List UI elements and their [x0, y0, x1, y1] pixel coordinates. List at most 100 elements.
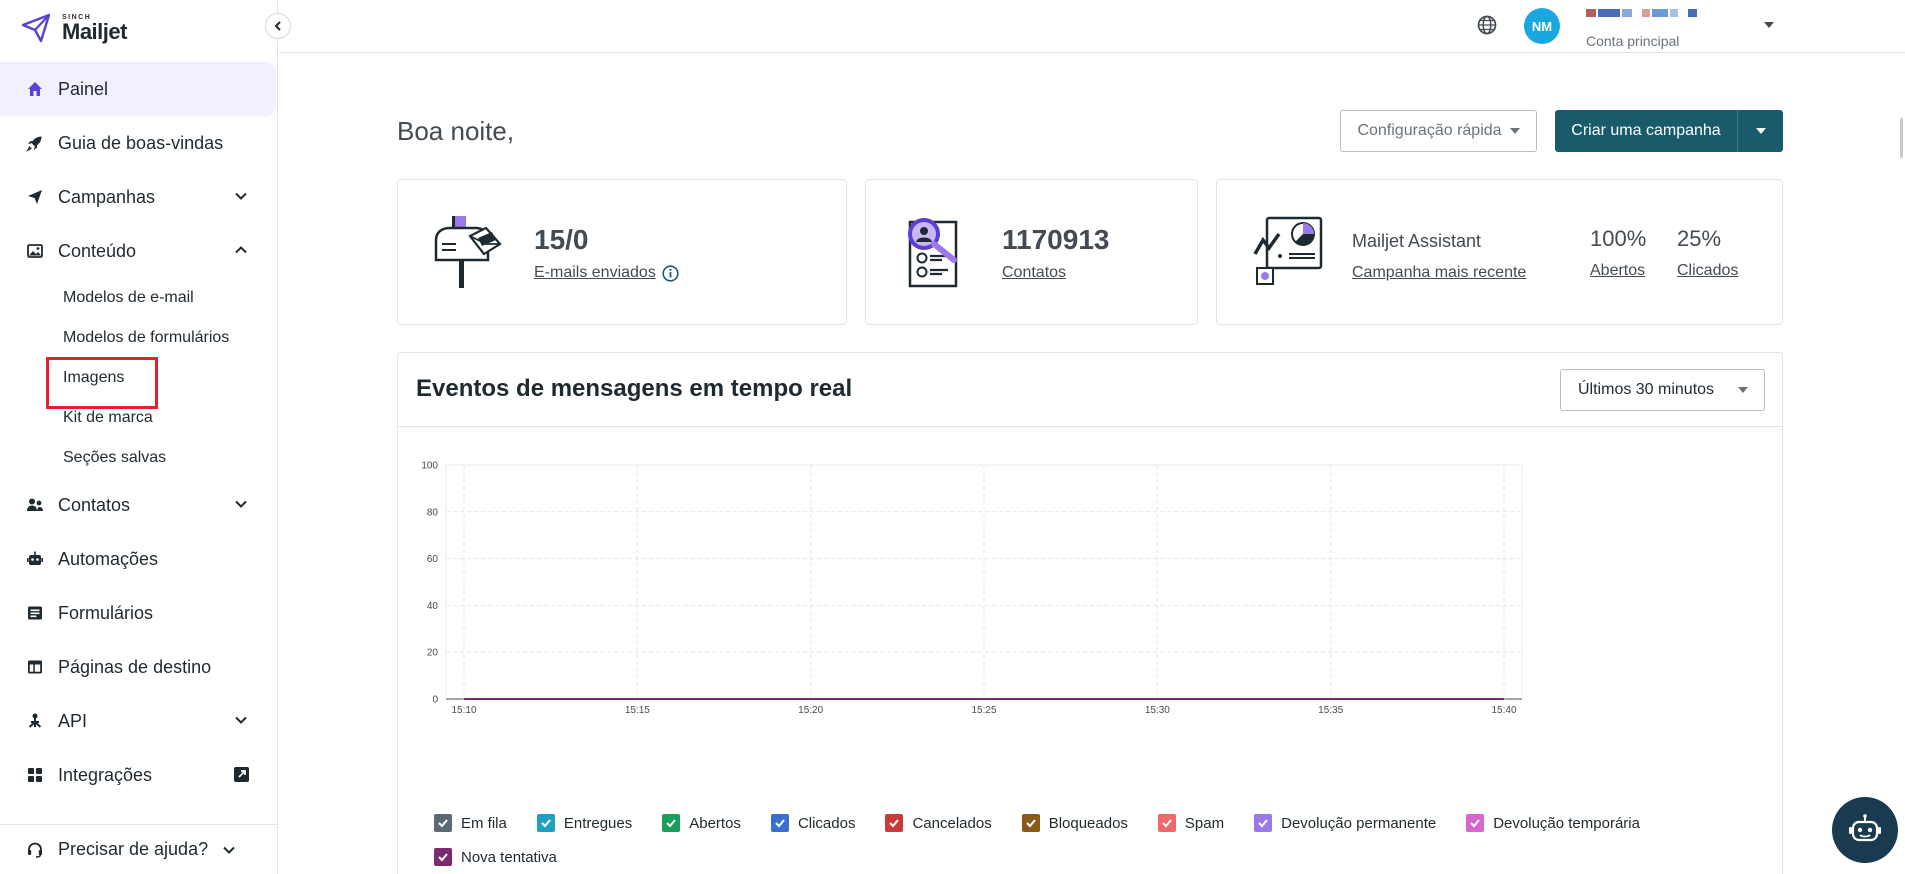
- sidebar-subitem-secoes-salvas[interactable]: Seções salvas: [0, 438, 278, 478]
- checkbox-checked-icon[interactable]: [536, 814, 555, 832]
- page-scrollbar[interactable]: [1897, 54, 1905, 874]
- recent-campaign-link[interactable]: Campanha mais recente: [1352, 264, 1526, 282]
- sidebar-item-painel[interactable]: Painel: [0, 62, 276, 116]
- sidebar-item-contatos[interactable]: Contatos: [0, 478, 278, 532]
- opened-stat: 100% Abertos: [1590, 226, 1646, 280]
- legend-item[interactable]: Bloqueados: [1021, 813, 1128, 833]
- checkbox-checked-icon[interactable]: [434, 848, 452, 866]
- checkbox-checked-icon[interactable]: [662, 814, 681, 832]
- sidebar-item-label: Painel: [58, 78, 109, 99]
- contacts-link[interactable]: Contatos: [1002, 264, 1066, 282]
- grid-icon: [25, 765, 45, 785]
- external-link-icon[interactable]: [233, 766, 250, 783]
- people-icon: [25, 495, 45, 515]
- top-header: NM Conta principal: [279, 0, 1905, 53]
- create-campaign-button[interactable]: Criar uma campanha: [1555, 110, 1737, 152]
- legend-item[interactable]: Spam: [1157, 813, 1224, 833]
- y-tick-label: 0: [432, 695, 438, 706]
- x-tick-label: 15:10: [451, 705, 476, 716]
- sidebar-item-label: API: [58, 710, 88, 731]
- create-campaign-dropdown-button[interactable]: [1737, 110, 1783, 152]
- legend-label: Entregues: [563, 814, 633, 832]
- dashboard-main: Boa noite, Configuração rápida Criar uma…: [279, 54, 1905, 874]
- sidebar-item-integracoes[interactable]: Integrações: [0, 748, 278, 802]
- y-tick-label: 60: [427, 554, 439, 565]
- checkbox-checked-icon[interactable]: [770, 814, 789, 832]
- scrollbar-thumb[interactable]: [1900, 118, 1903, 158]
- checkbox-checked-icon[interactable]: [1254, 814, 1273, 832]
- x-tick-label: 15:20: [798, 705, 823, 716]
- sidebar-item-conteudo[interactable]: Conteúdo: [0, 224, 278, 278]
- chart-legend: Em fila Entregues Abertos Clicados Cancelado…: [434, 813, 1764, 867]
- paper-plane-logo-icon: [21, 13, 51, 43]
- checkbox-checked-icon[interactable]: [434, 814, 452, 832]
- sidebar-item-automacoes[interactable]: Automações: [0, 532, 278, 586]
- quick-config-button[interactable]: Configuração rápida: [1340, 110, 1537, 152]
- events-header: Eventos de mensagens em tempo real Últim…: [398, 353, 1782, 427]
- chevron-down-icon[interactable]: [234, 497, 248, 511]
- clicked-link[interactable]: Clicados: [1677, 262, 1738, 280]
- legend-label: Abertos: [689, 814, 741, 832]
- globe-icon[interactable]: [1476, 14, 1498, 36]
- x-tick-label: 15:15: [625, 705, 650, 716]
- caret-down-icon[interactable]: [1763, 21, 1775, 29]
- time-range-value: Últimos 30 minutos: [1578, 381, 1715, 398]
- legend-item[interactable]: Nova tentativa: [434, 847, 557, 867]
- sidebar-subitem-modelos-email[interactable]: Modelos de e-mail: [0, 278, 278, 318]
- realtime-events-panel: Eventos de mensagens em tempo real Últim…: [397, 352, 1783, 874]
- y-tick-label: 80: [427, 507, 439, 518]
- contacts-search-illustration-icon: [908, 218, 958, 288]
- sidebar-item-api[interactable]: API: [0, 694, 278, 748]
- avatar[interactable]: NM: [1524, 8, 1560, 44]
- chevron-down-icon[interactable]: [234, 189, 248, 203]
- sidebar-subitem-modelos-formularios[interactable]: Modelos de formulários: [0, 318, 278, 358]
- legend-item[interactable]: Clicados: [770, 813, 856, 833]
- x-tick-label: 15:40: [1491, 705, 1516, 716]
- account-type-label: Conta principal: [1586, 33, 1680, 49]
- headset-icon: [25, 840, 45, 860]
- chevron-down-icon[interactable]: [222, 843, 236, 857]
- assistant-title: Mailjet Assistant: [1352, 231, 1482, 251]
- collapse-sidebar-button[interactable]: [265, 13, 291, 39]
- help-menu[interactable]: Precisar de ajuda?: [0, 824, 278, 874]
- chevron-up-icon[interactable]: [234, 243, 248, 257]
- checkbox-checked-icon[interactable]: [885, 814, 904, 832]
- checkbox-checked-icon[interactable]: [1021, 814, 1040, 832]
- legend-item[interactable]: Abertos: [662, 813, 741, 833]
- time-range-select[interactable]: Últimos 30 minutos: [1560, 369, 1765, 411]
- info-icon[interactable]: [662, 264, 679, 282]
- sidebar: SINCH Mailjet Painel Guia de boas-vindas…: [0, 0, 278, 874]
- assistant-chatbot-button[interactable]: [1832, 797, 1898, 863]
- legend-item[interactable]: Entregues: [536, 813, 633, 833]
- legend-item[interactable]: Em fila: [434, 813, 507, 833]
- emails-sent-link[interactable]: E-mails enviados: [534, 264, 679, 282]
- legend-item[interactable]: Devolução temporária: [1466, 813, 1640, 833]
- legend-label: Devolução temporária: [1493, 814, 1640, 832]
- sidebar-item-label: Conteúdo: [58, 240, 137, 261]
- legend-item[interactable]: Cancelados: [885, 813, 992, 833]
- sidebar-subitem-imagens[interactable]: Imagens: [0, 357, 278, 409]
- y-tick-label: 40: [427, 601, 439, 612]
- checkbox-checked-icon[interactable]: [1157, 814, 1176, 832]
- sidebar-item-paginas-destino[interactable]: Páginas de destino: [0, 640, 278, 694]
- clicked-stat: 25% Clicados: [1677, 226, 1738, 280]
- x-tick-label: 15:25: [971, 705, 996, 716]
- emails-sent-label: E-mails enviados: [534, 264, 656, 281]
- sidebar-nav: Painel Guia de boas-vindas Campanhas Con…: [0, 62, 278, 802]
- clicked-percentage: 25%: [1677, 226, 1722, 251]
- chevron-down-icon[interactable]: [234, 713, 248, 727]
- legend-label: Clicados: [797, 814, 856, 832]
- legend-label: Devolução permanente: [1281, 814, 1437, 832]
- checkbox-checked-icon[interactable]: [1466, 814, 1485, 832]
- sidebar-subitem-kit-marca[interactable]: Kit de marca: [0, 398, 278, 438]
- legend-item[interactable]: Devolução permanente: [1254, 813, 1436, 833]
- sidebar-item-guia[interactable]: Guia de boas-vindas: [0, 116, 278, 170]
- image-icon: [25, 241, 45, 261]
- account-switcher[interactable]: Conta principal: [1586, 6, 1746, 49]
- mailjet-logo[interactable]: SINCH Mailjet: [20, 12, 127, 44]
- opened-link[interactable]: Abertos: [1590, 262, 1646, 280]
- legend-label: Cancelados: [912, 814, 992, 832]
- sidebar-item-campanhas[interactable]: Campanhas: [0, 170, 278, 224]
- sidebar-item-formularios[interactable]: Formulários: [0, 586, 278, 640]
- analytics-illustration-icon: [1253, 216, 1323, 285]
